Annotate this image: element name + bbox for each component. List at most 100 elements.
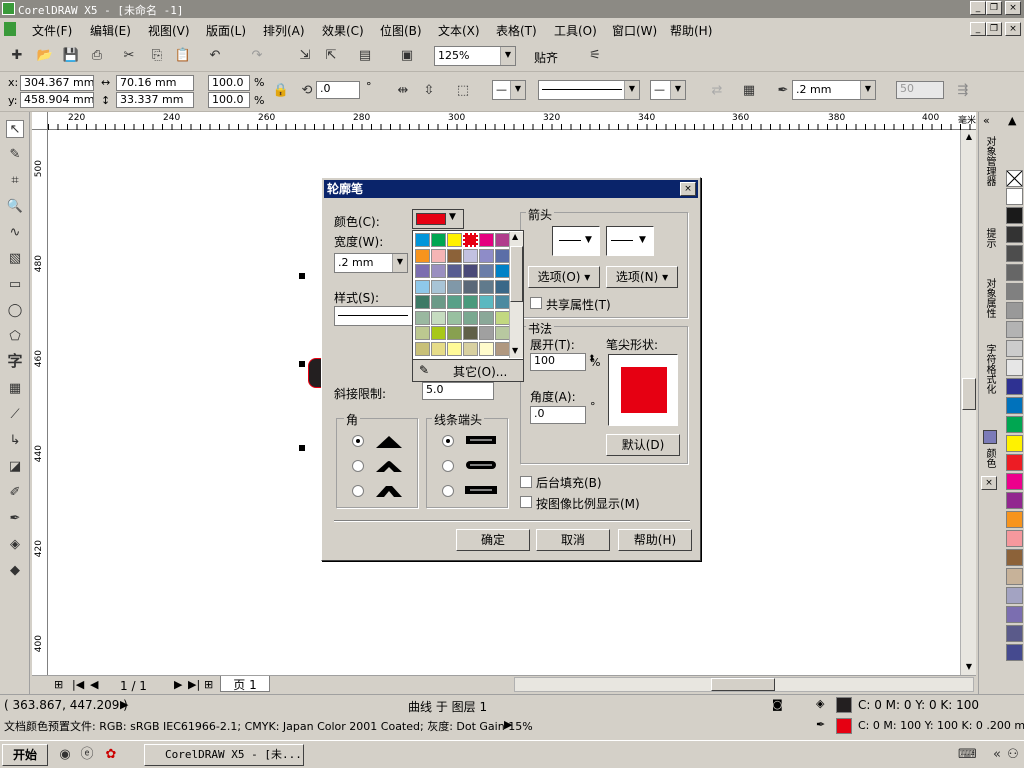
palette-swatch[interactable] [1006,207,1023,224]
palette-swatch[interactable] [1006,302,1023,319]
start-arrow-select[interactable]: — ▼ [492,80,526,100]
color-cell[interactable] [415,248,430,263]
last-page-icon[interactable]: ▶| [188,678,200,691]
menu-bitmaps[interactable]: 位图(B) [380,22,422,39]
palette-swatch[interactable] [1006,226,1023,243]
color-cell[interactable] [463,310,478,325]
palette-swatch[interactable] [1006,549,1023,566]
menu-tools[interactable]: 工具(O) [554,22,597,39]
color-cell[interactable] [447,341,462,356]
behind-fill-checkbox[interactable] [520,476,532,488]
selection-handle[interactable] [299,445,305,451]
redo-icon[interactable]: ↷ [248,47,266,65]
doc-restore-button[interactable]: ❐ [986,22,1002,36]
share-attributes-checkbox[interactable] [530,297,542,309]
scroll-down-icon[interactable]: ▼ [962,660,976,674]
color-cell[interactable] [431,295,446,309]
color-cell[interactable] [495,233,510,247]
menu-table[interactable]: 表格(T) [496,22,537,39]
color-cell[interactable] [479,279,494,294]
cap-square-radio[interactable] [442,485,454,497]
doc-minimize-button[interactable]: _ [970,22,986,36]
vertical-scrollbar[interactable]: ▲ ▼ [960,130,976,675]
help-button[interactable]: 帮助(H) [618,529,692,551]
selected-curve[interactable] [308,358,322,388]
first-page-icon[interactable]: |◀ [72,678,84,691]
palette-swatch[interactable] [1006,321,1023,338]
collapse-icon[interactable]: « [983,114,990,127]
network-icon[interactable]: ⚇ [1004,746,1022,764]
ie-icon[interactable]: ⓔ [78,746,96,764]
scroll-up-icon[interactable]: ▲ [962,130,976,144]
style-select[interactable] [334,306,416,326]
reverse-icon[interactable]: ⇄ [708,82,726,100]
menu-effects[interactable]: 效果(C) [322,22,364,39]
docker-tab-hints[interactable]: 提示 [981,228,997,248]
dimension-tool-icon[interactable]: ⟋ [6,406,24,424]
color-cell[interactable] [431,310,446,325]
crop-tool-icon[interactable]: ⌗ [6,172,24,190]
horizontal-ruler[interactable]: 220 240 260 280 300 320 340 360 380 400 … [48,112,976,130]
width-select[interactable]: .2 mm ▼ [334,253,408,273]
arrow-options-start-button[interactable]: 选项(O) ▾ [528,266,600,288]
cap-round-radio[interactable] [442,460,454,472]
undo-icon[interactable]: ↶ [206,47,224,65]
start-button[interactable]: 开始 [2,744,48,766]
color-cell[interactable] [447,248,462,263]
ok-button[interactable]: 确定 [456,529,530,551]
miter-field[interactable]: 5.0 [422,382,494,400]
add-page-icon[interactable]: ⊞ [54,678,63,691]
color-cell[interactable] [479,264,494,278]
blend-tool-icon[interactable]: ◪ [6,458,24,476]
color-cell[interactable] [463,295,478,309]
print-icon[interactable]: ⎙ [88,47,106,65]
color-cell[interactable] [431,264,446,278]
dialog-close-button[interactable]: × [680,182,696,196]
taskbar-coreldraw[interactable]: CorelDRAW X5 - [未... [144,744,304,766]
outline-swatch[interactable] [836,718,852,734]
eyedropper-icon[interactable]: ✎ [419,363,429,377]
scroll-down-icon[interactable]: ▼ [512,346,518,355]
color-cell[interactable] [495,264,510,278]
color-cell[interactable] [415,326,430,340]
color-cell[interactable] [415,233,430,247]
color-cell[interactable] [495,248,510,263]
line-style-select[interactable]: ▼ [538,80,640,100]
corner-miter-radio[interactable] [352,435,364,447]
shape-tool-icon[interactable]: ✎ [6,146,24,164]
ellipse-tool-icon[interactable]: ◯ [6,302,24,320]
menu-view[interactable]: 视图(V) [148,22,190,39]
color-cell[interactable] [447,279,462,294]
menu-text[interactable]: 文本(X) [438,22,480,39]
palette-swatch[interactable] [1006,511,1023,528]
docker-tab-object-manager[interactable]: 对象管理器 [981,136,997,186]
color-cell[interactable] [415,279,430,294]
x-field[interactable]: 304.367 mm [20,75,94,91]
scale-y-field[interactable]: 100.0 [208,92,250,108]
color-cell[interactable] [415,341,430,356]
save-icon[interactable]: 💾 [62,47,80,65]
zoom-tool-icon[interactable]: 🔍 [6,198,24,216]
nib-preview[interactable] [608,354,678,426]
color-cell[interactable] [463,341,478,356]
browser-icon[interactable]: ◉ [56,746,74,764]
minimize-button[interactable]: _ [970,1,986,15]
zoom-select[interactable]: 125% ▼ [434,46,516,66]
color-cell[interactable] [431,248,446,263]
color-cell[interactable] [479,295,494,309]
palette-swatch[interactable] [1006,397,1023,414]
docker-tab-color[interactable]: 颜色 [981,448,997,468]
start-arrow-button[interactable]: ▼ [552,226,600,256]
palette-swatch[interactable] [1006,340,1023,357]
expand-icon[interactable]: ▶ [120,698,128,711]
color-cell[interactable] [479,248,494,263]
palette-swatch[interactable] [1006,625,1023,642]
palette-swatch[interactable] [1006,530,1023,547]
doc-close-button[interactable]: × [1005,22,1021,36]
page-tab[interactable]: 页 1 [220,676,270,692]
color-cell[interactable] [463,326,478,340]
palette-swatch[interactable] [1006,492,1023,509]
hscroll-thumb[interactable] [711,678,775,691]
vertical-ruler[interactable]: 500 480 460 440 420 400 [32,130,48,675]
color-cell[interactable] [495,341,510,356]
